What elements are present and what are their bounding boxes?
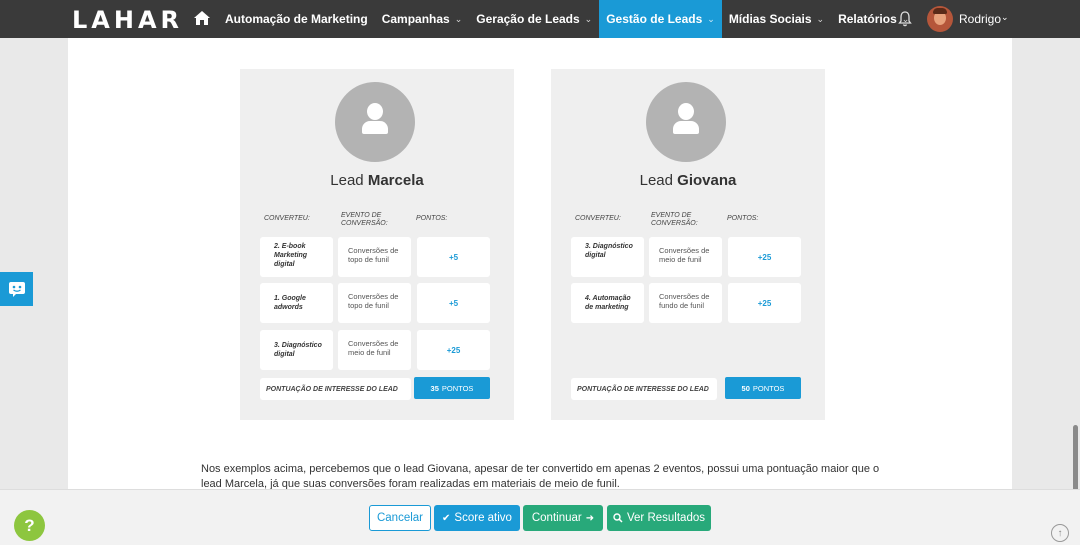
header-event: EVENTO DE CONVERSÃO: (341, 212, 388, 227)
view-results-button[interactable]: Ver Resultados (607, 505, 711, 531)
header-converted: CONVERTEU: (264, 215, 310, 222)
explanation-paragraph: Nos exemplos acima, percebemos que o lea… (201, 463, 880, 490)
lead-title: Lead Giovana (639, 172, 737, 189)
converted-cell: 2. E-book Marketing digital (260, 237, 333, 277)
bottom-action-bar: Cancelar ✔ Score ativo Continuar ➜ Ver Res… (0, 489, 1080, 545)
header-points: PONTOS: (416, 215, 448, 222)
header-converted: CONVERTEU: (575, 215, 621, 222)
score-label: PONTUAÇÃO DE INTERESSE DO LEAD (571, 378, 717, 400)
user-name[interactable]: Rodrigo (959, 12, 1001, 26)
header-points: PONTOS: (727, 215, 759, 222)
top-navbar: LAHAR Automação de Marketing Campanhas ⌄ … (0, 0, 1080, 38)
avatar[interactable] (927, 6, 953, 32)
check-icon: ✔ (442, 512, 451, 524)
arrow-up-icon[interactable]: ↑ (1051, 524, 1069, 542)
help-button[interactable]: ? (14, 510, 45, 541)
chevron-down-icon: ⌄ (816, 13, 825, 24)
cancel-button[interactable]: Cancelar (369, 505, 431, 531)
points-cell: +5 (417, 237, 490, 277)
converted-cell: 3. Diagnóstico digital (571, 237, 644, 277)
score-badge: 35 PONTOS (414, 377, 490, 399)
chevron-down-icon[interactable]: ⌄ (1001, 12, 1009, 23)
event-cell: Conversões de meio de funil (338, 330, 411, 370)
chevron-down-icon: ⌄ (454, 13, 463, 24)
event-cell: Conversões de topo de funil (338, 237, 411, 277)
arrow-right-icon: ➜ (585, 512, 595, 524)
lahar-logo[interactable]: LAHAR (72, 6, 183, 34)
event-cell: Conversões de meio de funil (649, 237, 722, 277)
event-cell: Conversões de topo de funil (338, 283, 411, 323)
points-cell: +25 (728, 283, 801, 323)
menu-midias-sociais[interactable]: Mídias Sociais ⌄ (722, 0, 831, 38)
main-content: Lead Marcela CONVERTEU: EVENTO DE CONVER… (68, 38, 1012, 545)
user-placeholder-icon (335, 82, 415, 162)
user-placeholder-icon (646, 82, 726, 162)
converted-cell: 1. Google adwords (260, 283, 333, 323)
menu-gestao-leads[interactable]: Gestão de Leads ⌄ (599, 0, 722, 38)
menu-campanhas[interactable]: Campanhas ⌄ (375, 0, 470, 38)
lead-card-marcela: Lead Marcela CONVERTEU: EVENTO DE CONVER… (240, 69, 514, 420)
menu-geracao-leads[interactable]: Geração de Leads ⌄ (469, 0, 599, 38)
lead-card-giovana: Lead Giovana CONVERTEU: EVENTO DE CONVER… (551, 69, 825, 420)
chat-icon (8, 281, 25, 297)
converted-cell: 4. Automação de marketing (571, 283, 644, 323)
score-badge: 50 PONTOS (725, 377, 801, 399)
score-active-button[interactable]: ✔ Score ativo (434, 505, 520, 531)
chevron-down-icon: ⌄ (584, 13, 593, 24)
points-cell: +25 (728, 237, 801, 277)
chevron-down-icon: ⌄ (707, 13, 715, 24)
event-cell: Conversões de fundo de funil (649, 283, 722, 323)
header-event: EVENTO DE CONVERSÃO: (651, 212, 698, 227)
menu-automacao[interactable]: Automação de Marketing (218, 0, 375, 38)
bell-icon[interactable] (897, 10, 913, 27)
continue-button[interactable]: Continuar ➜ (523, 505, 603, 531)
chat-tab[interactable] (0, 272, 33, 306)
points-cell: +5 (417, 283, 490, 323)
converted-cell: 3. Diagnóstico digital (260, 330, 333, 370)
search-icon (613, 513, 623, 523)
home-icon[interactable] (193, 10, 211, 26)
lead-title: Lead Marcela (330, 172, 424, 189)
main-menu: Automação de Marketing Campanhas ⌄ Geraçã… (218, 0, 916, 38)
points-cell: +25 (417, 330, 490, 370)
score-label: PONTUAÇÃO DE INTERESSE DO LEAD (260, 378, 411, 400)
